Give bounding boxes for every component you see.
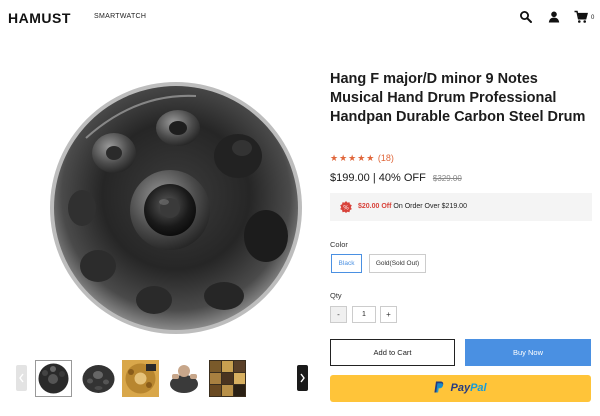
original-price: $329.00 — [432, 174, 462, 183]
product-rating[interactable]: ★★★★★ (18) — [330, 153, 394, 164]
handpan-angle-thumbnail-image — [80, 360, 117, 397]
rating-count: (18) — [377, 153, 394, 163]
thumbnail-5[interactable] — [209, 360, 246, 397]
paypal-button[interactable]: PayPal — [330, 375, 591, 402]
discount-badge-icon: % — [340, 201, 352, 213]
handpan-thumbnail-image — [37, 362, 70, 395]
thumbnail-2[interactable] — [80, 360, 117, 397]
quantity-label: Qty — [330, 291, 342, 300]
site-logo[interactable]: HAMUST — [8, 10, 71, 26]
promo-banner: % $20.00 Off On Order Over $219.00 — [330, 193, 592, 221]
player-thumbnail-image — [166, 360, 203, 397]
nav-link-smartwatch[interactable]: SMARTWATCH — [94, 13, 146, 20]
chevron-left-icon — [19, 373, 24, 383]
gold-handpan-thumbnail-image — [122, 360, 159, 397]
cart-icon[interactable] — [574, 10, 588, 24]
paypal-logo-pal: Pal — [470, 382, 487, 394]
product-title: Hang F major/D minor 9 Notes Musical Han… — [330, 71, 586, 125]
site-header: HAMUST SMARTWATCH 0 — [0, 0, 600, 36]
paypal-logo-pay: Pay — [450, 382, 471, 394]
svg-text:%: % — [343, 204, 349, 211]
current-price: $199.00 — [330, 172, 370, 184]
cart-count-badge: 0 — [591, 15, 595, 21]
discount-label: | 40% OFF — [372, 172, 426, 184]
price-row: $199.00 | 40% OFF $329.00 — [330, 172, 462, 184]
quantity-input[interactable]: 1 — [352, 306, 376, 323]
chevron-right-icon — [300, 373, 305, 383]
user-icon[interactable] — [547, 10, 561, 24]
thumbnail-3[interactable] — [122, 360, 159, 397]
color-option-black[interactable]: Black — [331, 254, 362, 273]
thumbnail-next-button[interactable] — [297, 365, 308, 391]
paypal-logo-icon — [434, 381, 444, 393]
color-option-gold[interactable]: Gold(Sold Out) — [369, 254, 426, 273]
collage-thumbnail-image — [209, 360, 246, 397]
search-icon[interactable] — [519, 10, 533, 24]
product-main-image[interactable] — [46, 78, 306, 338]
thumbnail-1[interactable] — [35, 360, 72, 397]
thumbnail-4[interactable] — [166, 360, 203, 397]
rating-stars: ★★★★★ — [330, 153, 376, 163]
buy-now-button[interactable]: Buy Now — [465, 339, 591, 366]
color-label: Color — [330, 240, 348, 249]
promo-condition: On Order Over $219.00 — [393, 203, 467, 210]
add-to-cart-button[interactable]: Add to Cart — [330, 339, 455, 366]
thumbnail-prev-button[interactable] — [16, 365, 27, 391]
quantity-increase-button[interactable]: + — [380, 306, 397, 323]
quantity-decrease-button[interactable]: - — [330, 306, 347, 323]
promo-amount: $20.00 Off — [358, 203, 392, 210]
